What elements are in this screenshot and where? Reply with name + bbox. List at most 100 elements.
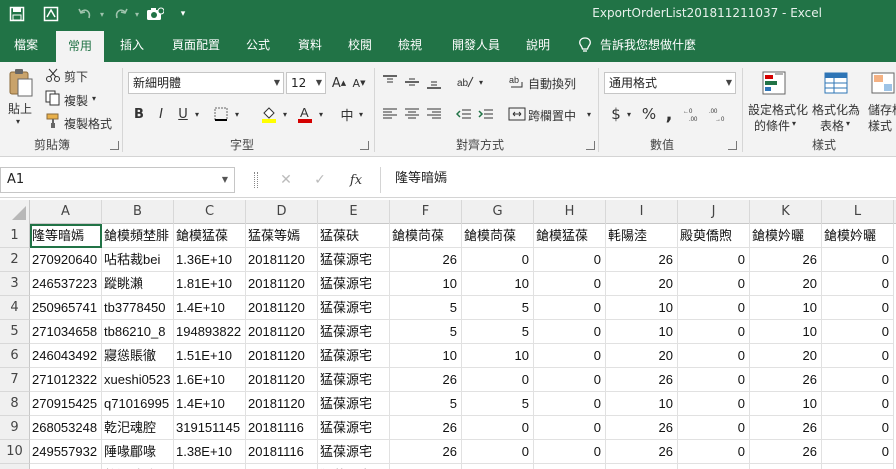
redo-icon[interactable] (110, 4, 132, 24)
underline-dropdown-icon[interactable]: ▾ (192, 104, 202, 124)
comma-button[interactable]: , (662, 104, 676, 125)
cell-a6[interactable]: 246043492 (30, 344, 102, 368)
cell-c9[interactable]: 319151145 (174, 416, 246, 440)
cell-h3[interactable]: 0 (534, 272, 606, 296)
name-box[interactable]: A1 ▼ (0, 167, 235, 193)
copy-dropdown-icon[interactable]: ▾ (92, 94, 96, 103)
cell-l6[interactable]: 0 (822, 344, 894, 368)
column-header-h[interactable]: H (534, 200, 606, 224)
cell-j2[interactable]: 0 (678, 248, 750, 272)
wrap-text-button[interactable]: 自動換列 (528, 75, 576, 92)
cell-f10[interactable]: 26 (390, 440, 462, 464)
tab-page-layout[interactable]: 頁面配置 (164, 28, 228, 62)
autosave-icon[interactable] (40, 4, 62, 24)
tell-me-search[interactable]: 告訴我您想做什麼 (600, 28, 708, 62)
chevron-down-icon[interactable]: ▼ (274, 73, 280, 93)
increase-indent-icon[interactable] (476, 104, 496, 124)
cell-a11[interactable]: 268297858 (30, 464, 102, 469)
cell-d7[interactable]: 20181120 (246, 368, 318, 392)
cell-j3[interactable]: 0 (678, 272, 750, 296)
paste-button[interactable]: 貼上 (8, 100, 32, 117)
cell-e1[interactable]: 猛葆砆 (318, 224, 390, 248)
cell-b2[interactable]: 呫秙裁bei (102, 248, 174, 272)
number-launcher-icon[interactable] (728, 141, 737, 150)
cell-i7[interactable]: 26 (606, 368, 678, 392)
cell-l4[interactable]: 0 (822, 296, 894, 320)
fill-color-dropdown-icon[interactable]: ▾ (280, 104, 290, 124)
cell-f3[interactable]: 10 (390, 272, 462, 296)
italic-button[interactable]: I (152, 104, 170, 124)
row-header-11[interactable]: 11 (0, 464, 30, 469)
cell-i9[interactable]: 26 (606, 416, 678, 440)
tab-developer[interactable]: 開發人員 (444, 28, 508, 62)
cell-e3[interactable]: 猛葆源宅 (318, 272, 390, 296)
column-header-e[interactable]: E (318, 200, 390, 224)
cell-k11[interactable]: 26 (750, 464, 822, 469)
align-center-icon[interactable] (402, 104, 422, 124)
cell-b6[interactable]: 寢慫賬徹 (102, 344, 174, 368)
align-right-icon[interactable] (424, 104, 444, 124)
tab-data[interactable]: 資料 (290, 28, 330, 62)
tab-insert[interactable]: 插入 (112, 28, 152, 62)
cell-l10[interactable]: 0 (822, 440, 894, 464)
insert-function-button[interactable]: fx (344, 170, 368, 190)
cell-h8[interactable]: 0 (534, 392, 606, 416)
cell-h1[interactable]: 鎗模猛葆 (534, 224, 606, 248)
cell-c8[interactable]: 1.4E+10 (174, 392, 246, 416)
cell-f5[interactable]: 5 (390, 320, 462, 344)
orientation-dropdown-icon[interactable]: ▾ (476, 72, 486, 92)
cell-j1[interactable]: 殿萸僑煦 (678, 224, 750, 248)
cell-k6[interactable]: 20 (750, 344, 822, 368)
copy-button[interactable]: 複製 (64, 92, 88, 109)
tab-home[interactable]: 常用 (56, 31, 104, 62)
cell-l7[interactable]: 0 (822, 368, 894, 392)
column-header-k[interactable]: K (750, 200, 822, 224)
merge-center-icon[interactable] (506, 104, 528, 124)
cell-d4[interactable]: 20181120 (246, 296, 318, 320)
cell-l5[interactable]: 0 (822, 320, 894, 344)
cell-l11[interactable]: 0 (822, 464, 894, 469)
cell-f9[interactable]: 26 (390, 416, 462, 440)
cell-j8[interactable]: 0 (678, 392, 750, 416)
decrease-decimal-icon[interactable]: .00 →0 (708, 104, 732, 124)
cell-c5[interactable]: 194893822 (174, 320, 246, 344)
enter-icon[interactable]: ✓ (310, 170, 330, 190)
cell-d2[interactable]: 20181120 (246, 248, 318, 272)
cell-i3[interactable]: 20 (606, 272, 678, 296)
align-middle-icon[interactable] (402, 72, 422, 92)
cell-e4[interactable]: 猛葆源宅 (318, 296, 390, 320)
borders-dropdown-icon[interactable]: ▾ (232, 104, 242, 124)
paste-icon[interactable] (6, 66, 36, 100)
cell-b5[interactable]: tb86210_8 (102, 320, 174, 344)
cell-c11[interactable]: 319151145 (174, 464, 246, 469)
cell-g4[interactable]: 5 (462, 296, 534, 320)
cell-f7[interactable]: 26 (390, 368, 462, 392)
cell-b9[interactable]: 乾汜魂腔 (102, 416, 174, 440)
align-top-icon[interactable] (380, 72, 400, 92)
save-icon[interactable] (6, 4, 28, 24)
font-name-combobox[interactable]: 新細明體 ▼ (128, 72, 284, 94)
cell-h11[interactable]: 0 (534, 464, 606, 469)
cell-k3[interactable]: 20 (750, 272, 822, 296)
cell-j4[interactable]: 0 (678, 296, 750, 320)
cell-k4[interactable]: 10 (750, 296, 822, 320)
row-header-2[interactable]: 2 (0, 248, 30, 272)
cell-g1[interactable]: 鎗模苘葆 (462, 224, 534, 248)
cell-l2[interactable]: 0 (822, 248, 894, 272)
cell-i6[interactable]: 20 (606, 344, 678, 368)
cell-j11[interactable]: 0 (678, 464, 750, 469)
cell-d10[interactable]: 20181116 (246, 440, 318, 464)
cell-d11[interactable]: 20181116 (246, 464, 318, 469)
undo-icon[interactable] (74, 4, 96, 24)
cell-h7[interactable]: 0 (534, 368, 606, 392)
cell-styles-icon[interactable] (870, 68, 896, 98)
cell-d5[interactable]: 20181120 (246, 320, 318, 344)
cell-b1[interactable]: 鎗模頻埜腓 (102, 224, 174, 248)
cell-g7[interactable]: 0 (462, 368, 534, 392)
cell-i11[interactable]: 26 (606, 464, 678, 469)
row-header-5[interactable]: 5 (0, 320, 30, 344)
cell-a1[interactable]: 隆等暗嫣 (30, 224, 102, 248)
cell-h9[interactable]: 0 (534, 416, 606, 440)
column-header-d[interactable]: D (246, 200, 318, 224)
bold-button[interactable]: B (130, 104, 148, 124)
